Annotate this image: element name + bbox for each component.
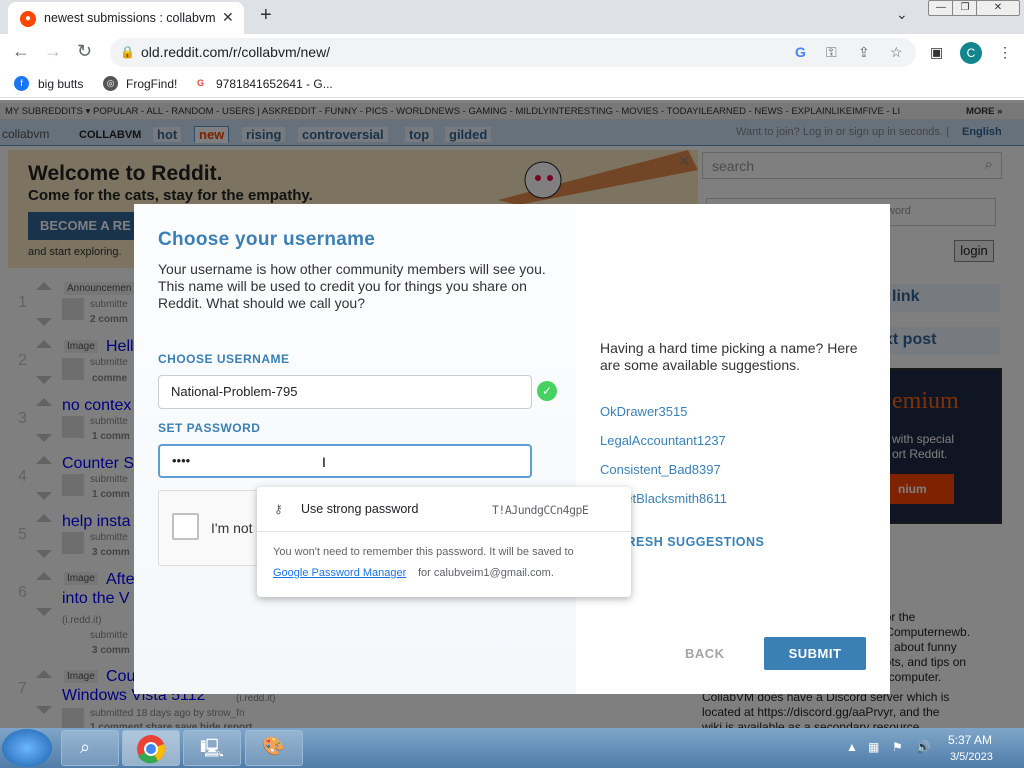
back-button[interactable]: BACK [685, 646, 725, 661]
key-icon[interactable]: ⚿ [826, 44, 837, 61]
username-label: CHOOSE USERNAME [158, 352, 290, 366]
text-cursor-icon: I [322, 454, 326, 470]
suggestion-item[interactable]: Consistent_Bad8397 [600, 462, 721, 477]
suggestion-hint: Having a hard time picking a name? Here … [600, 340, 858, 373]
lock-icon[interactable]: 🔒 [120, 45, 135, 59]
bookmark-frogfind[interactable]: FrogFind! [126, 77, 177, 91]
key-icon: ⚷ [274, 502, 283, 516]
menu-dots-icon[interactable]: ⋮ [998, 44, 1012, 61]
password-suggestion-popup: ⚷ Use strong password T!AJundgCCn4gpE Yo… [257, 487, 631, 597]
password-input[interactable]: •••• [158, 444, 532, 478]
tray-network-icon[interactable]: ▦ [868, 740, 879, 754]
clock-date[interactable]: 3/5/2023 [950, 751, 993, 763]
tray-arrow-icon[interactable]: ▲ [846, 740, 858, 754]
popup-divider [257, 531, 631, 532]
suggestion-item[interactable]: LegalAccountant1237 [600, 433, 726, 448]
clock-time[interactable]: 5:37 AM [948, 733, 992, 747]
recaptcha-checkbox[interactable] [172, 513, 199, 540]
tab-search-chevron-icon[interactable]: ⌄ [896, 6, 908, 23]
taskbar-computer-icon[interactable]: 🖳 [183, 730, 241, 766]
tray-flag-icon[interactable]: ⚑ [892, 740, 903, 754]
tab-active[interactable]: ● newest submissions : collabvm ✕ [8, 2, 244, 34]
bookmark-isbn[interactable]: 9781841652641 - G... [216, 77, 333, 91]
use-strong-password-label: Use strong password [301, 502, 419, 516]
profile-avatar[interactable]: C [960, 42, 982, 64]
tab-title: newest submissions : collabvm [44, 11, 216, 25]
google-lens-icon[interactable]: G [795, 44, 806, 60]
suggestion-item[interactable]: OkDrawer3515 [600, 404, 687, 419]
popup-note-end: for calubveim1@gmail.com. [418, 567, 554, 579]
google-icon: G [193, 76, 208, 91]
maximize-button[interactable]: ❐ [952, 0, 978, 16]
password-manager-link[interactable]: Google Password Manager [273, 567, 406, 579]
popup-note: You won't need to remember this password… [273, 546, 574, 558]
tray-volume-icon[interactable]: 🔊 [916, 740, 931, 754]
globe-icon: ◎ [103, 76, 118, 91]
taskbar-paint-icon[interactable]: 🎨 [245, 730, 303, 766]
minimize-button[interactable]: — [928, 0, 954, 16]
generated-password: T!AJundgCCn4gpE [492, 503, 589, 517]
taskbar-chrome-icon[interactable] [122, 730, 180, 766]
recaptcha-label: I'm not [211, 520, 253, 536]
back-arrow-icon[interactable]: ← [12, 41, 30, 62]
modal-description: Your username is how other community mem… [158, 261, 546, 311]
bookmark-star-icon[interactable]: ☆ [890, 44, 903, 61]
password-label: SET PASSWORD [158, 421, 261, 435]
close-window-button[interactable]: ✕ [976, 0, 1020, 16]
reload-icon[interactable]: ↻ [77, 41, 92, 62]
tab-close-icon[interactable]: ✕ [222, 9, 234, 26]
new-tab-icon[interactable]: + [260, 4, 272, 27]
side-panel-icon[interactable]: ▣ [930, 44, 943, 61]
submit-button[interactable]: SUBMIT [764, 637, 866, 670]
taskbar-search-icon[interactable]: ⌕ [61, 730, 119, 766]
facebook-icon: f [14, 76, 29, 91]
valid-check-icon: ✓ [537, 381, 557, 401]
bookmark-big-butts[interactable]: big butts [38, 77, 83, 91]
share-icon[interactable]: ⇪ [858, 44, 870, 61]
start-button-icon[interactable] [2, 729, 52, 767]
forward-arrow-icon[interactable]: → [44, 41, 62, 62]
url-text[interactable]: old.reddit.com/r/collabvm/new/ [141, 44, 330, 60]
modal-title: Choose your username [158, 229, 376, 250]
username-input[interactable]: National-Problem-795 [158, 375, 532, 409]
reddit-favicon-icon: ● [20, 11, 36, 27]
